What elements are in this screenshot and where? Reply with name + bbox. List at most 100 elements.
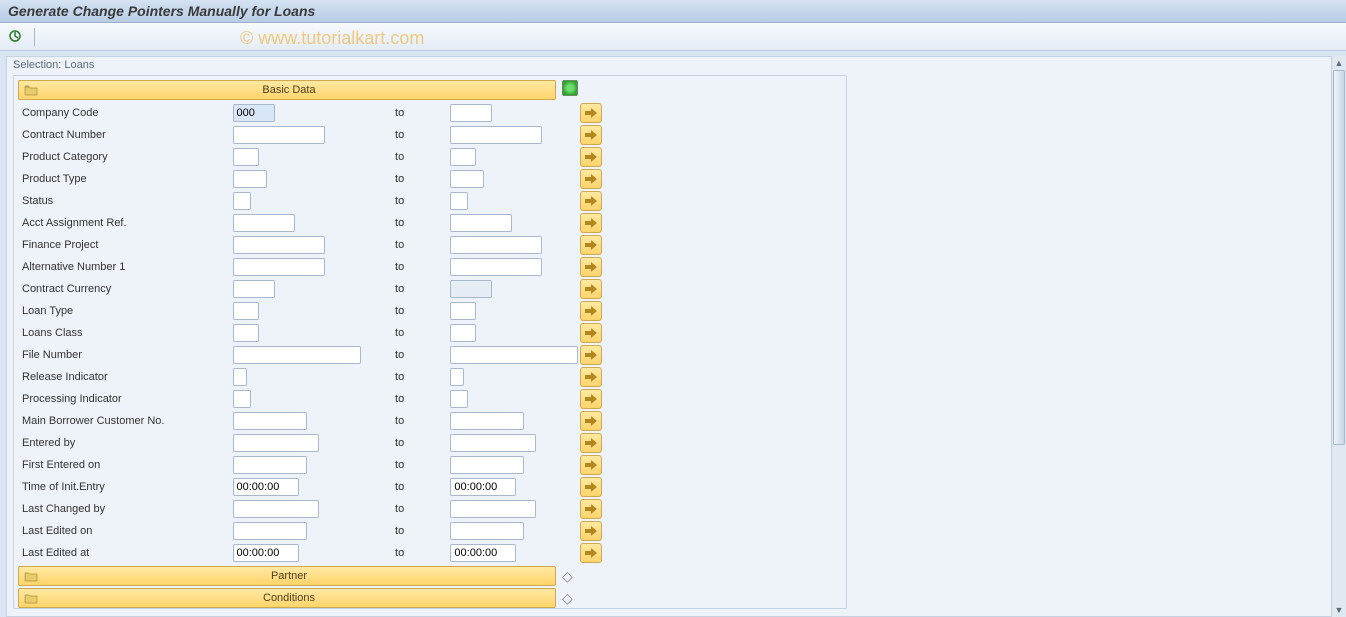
processing-ind-to-input[interactable]	[450, 390, 468, 408]
file-number-to-input[interactable]	[450, 346, 578, 364]
to-label: to	[371, 415, 450, 427]
multiple-selection-button[interactable]	[580, 411, 602, 431]
multiple-selection-button[interactable]	[580, 235, 602, 255]
multiple-selection-button[interactable]	[580, 543, 602, 563]
status-from-input[interactable]	[233, 192, 251, 210]
content-area: Selection: Loans Basic Data Company Code…	[6, 56, 1332, 617]
first-entered-from-input[interactable]	[233, 456, 307, 474]
last-changed-by-to-input[interactable]	[450, 500, 536, 518]
multiple-selection-button[interactable]	[580, 279, 602, 299]
acct-assign-from-input[interactable]	[233, 214, 295, 232]
field-label: Processing Indicator	[18, 393, 233, 405]
loan-type-from-input[interactable]	[233, 302, 259, 320]
to-label: to	[371, 525, 450, 537]
to-label: to	[371, 239, 450, 251]
to-label: to	[371, 283, 450, 295]
alt-number1-from-input[interactable]	[233, 258, 325, 276]
section-header-bar-partner[interactable]: Partner	[18, 566, 556, 586]
field-row-loans-class: Loans Classto	[18, 322, 842, 344]
last-edited-at-to-input[interactable]	[450, 544, 516, 562]
section-expand-indicator[interactable]	[562, 80, 578, 96]
time-init-from-input[interactable]	[233, 478, 299, 496]
acct-assign-to-input[interactable]	[450, 214, 512, 232]
field-label: Company Code	[18, 107, 233, 119]
multiple-selection-button[interactable]	[580, 323, 602, 343]
finance-project-to-input[interactable]	[450, 236, 542, 254]
company-code-to-input[interactable]	[450, 104, 492, 122]
time-init-to-input[interactable]	[450, 478, 516, 496]
section-collapsed-indicator[interactable]: ◇	[562, 566, 573, 586]
section-basic-data: Basic Data	[18, 80, 842, 100]
section-label-basic: Basic Data	[43, 84, 555, 96]
field-label: Entered by	[18, 437, 233, 449]
section-collapsed-indicator[interactable]: ◇	[562, 588, 573, 608]
alt-number1-to-input[interactable]	[450, 258, 542, 276]
product-type-from-input[interactable]	[233, 170, 267, 188]
multiple-selection-button[interactable]	[580, 345, 602, 365]
multiple-selection-button[interactable]	[580, 125, 602, 145]
vertical-scrollbar[interactable]: ▲ ▼	[1331, 56, 1346, 617]
field-label: Status	[18, 195, 233, 207]
multiple-selection-button[interactable]	[580, 433, 602, 453]
loans-class-to-input[interactable]	[450, 324, 476, 342]
loan-type-to-input[interactable]	[450, 302, 476, 320]
first-entered-to-input[interactable]	[450, 456, 524, 474]
main-borrower-to-input[interactable]	[450, 412, 524, 430]
app-toolbar	[0, 23, 1346, 51]
last-edited-on-from-input[interactable]	[233, 522, 307, 540]
finance-project-from-input[interactable]	[233, 236, 325, 254]
entered-by-from-input[interactable]	[233, 434, 319, 452]
multiple-selection-button[interactable]	[580, 477, 602, 497]
multiple-selection-button[interactable]	[580, 499, 602, 519]
multiple-selection-button[interactable]	[580, 301, 602, 321]
field-label: Acct Assignment Ref.	[18, 217, 233, 229]
to-label: to	[371, 547, 450, 559]
to-label: to	[371, 349, 450, 361]
multiple-selection-button[interactable]	[580, 147, 602, 167]
loans-class-from-input[interactable]	[233, 324, 259, 342]
entered-by-to-input[interactable]	[450, 434, 536, 452]
multiple-selection-button[interactable]	[580, 521, 602, 541]
execute-button[interactable]	[4, 26, 28, 48]
section-header-bar-conditions[interactable]: Conditions	[18, 588, 556, 608]
status-to-input[interactable]	[450, 192, 468, 210]
multiple-selection-button[interactable]	[580, 455, 602, 475]
main-borrower-from-input[interactable]	[233, 412, 307, 430]
field-label: Product Category	[18, 151, 233, 163]
scroll-down-arrow[interactable]: ▼	[1332, 603, 1346, 617]
scroll-up-arrow[interactable]: ▲	[1332, 56, 1346, 70]
product-type-to-input[interactable]	[450, 170, 484, 188]
scroll-track[interactable]	[1332, 70, 1346, 603]
last-changed-by-from-input[interactable]	[233, 500, 319, 518]
contract-number-from-input[interactable]	[233, 126, 325, 144]
scroll-thumb[interactable]	[1333, 70, 1345, 445]
last-edited-on-to-input[interactable]	[450, 522, 524, 540]
field-row-first-entered: First Entered onto	[18, 454, 842, 476]
field-label: File Number	[18, 349, 233, 361]
company-code-from-input[interactable]	[233, 104, 275, 122]
last-edited-at-from-input[interactable]	[233, 544, 299, 562]
multiple-selection-button[interactable]	[580, 191, 602, 211]
multiple-selection-button[interactable]	[580, 367, 602, 387]
multiple-selection-button[interactable]	[580, 103, 602, 123]
field-label: Contract Number	[18, 129, 233, 141]
product-category-to-input[interactable]	[450, 148, 476, 166]
processing-ind-from-input[interactable]	[233, 390, 251, 408]
product-category-from-input[interactable]	[233, 148, 259, 166]
field-row-contract-number: Contract Numberto	[18, 124, 842, 146]
multiple-selection-button[interactable]	[580, 169, 602, 189]
release-ind-from-input[interactable]	[233, 368, 247, 386]
field-row-alt-number1: Alternative Number 1to	[18, 256, 842, 278]
multiple-selection-button[interactable]	[580, 213, 602, 233]
multiple-selection-button[interactable]	[580, 257, 602, 277]
contract-number-to-input[interactable]	[450, 126, 542, 144]
window-title: Generate Change Pointers Manually for Lo…	[0, 0, 1346, 23]
contract-curr-from-input[interactable]	[233, 280, 275, 298]
multiple-selection-button[interactable]	[580, 389, 602, 409]
toolbar-separator	[34, 28, 35, 46]
file-number-from-input[interactable]	[233, 346, 361, 364]
to-label: to	[371, 107, 450, 119]
release-ind-to-input[interactable]	[450, 368, 464, 386]
section-header-bar-basic[interactable]: Basic Data	[18, 80, 556, 100]
selection-group: Basic Data Company Code to Contract Number…	[13, 75, 847, 609]
